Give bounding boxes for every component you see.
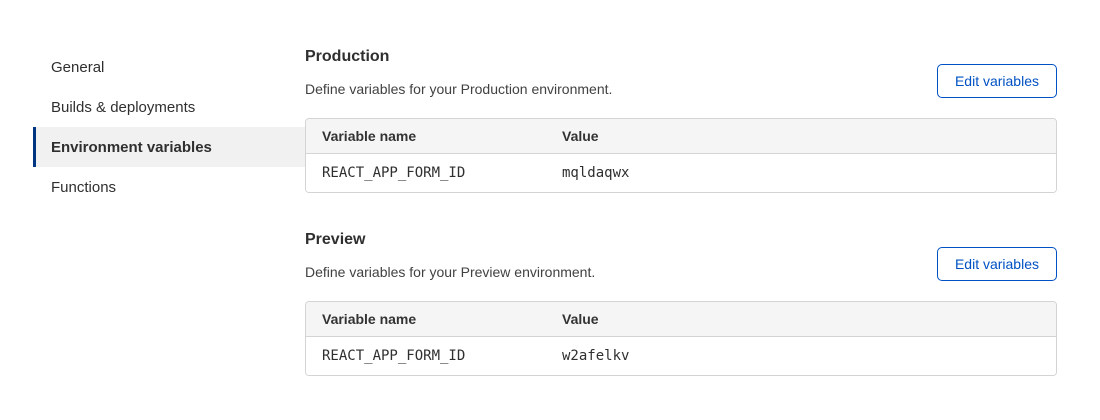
- preview-section-description: Define variables for your Preview enviro…: [305, 263, 595, 281]
- sidebar-item-environment-variables[interactable]: Environment variables: [33, 127, 305, 167]
- column-header-variable-name: Variable name: [306, 302, 546, 337]
- sidebar-item-builds-deployments[interactable]: Builds & deployments: [33, 87, 305, 127]
- sidebar-item-label: Builds & deployments: [51, 99, 195, 116]
- table-header-row: Variable name Value: [306, 119, 1056, 154]
- column-header-value: Value: [546, 302, 1056, 337]
- production-section-description: Define variables for your Production env…: [305, 80, 612, 98]
- settings-page: General Builds & deployments Environment…: [0, 0, 1100, 420]
- column-header-variable-name: Variable name: [306, 119, 546, 154]
- sidebar-item-general[interactable]: General: [33, 47, 305, 87]
- preview-variables-table: Variable name Value REACT_APP_FORM_ID w2…: [305, 301, 1057, 376]
- production-section: Production Define variables for your Pro…: [305, 48, 1057, 193]
- sidebar-item-functions[interactable]: Functions: [33, 167, 305, 207]
- settings-sidebar: General Builds & deployments Environment…: [33, 0, 305, 420]
- edit-variables-button-preview[interactable]: Edit variables: [937, 247, 1057, 281]
- column-header-value: Value: [546, 119, 1056, 154]
- sidebar-item-label: Functions: [51, 179, 116, 196]
- preview-section-title: Preview: [305, 231, 595, 249]
- table-row: REACT_APP_FORM_ID w2afelkv: [306, 337, 1056, 376]
- production-variables-table: Variable name Value REACT_APP_FORM_ID mq…: [305, 118, 1057, 193]
- table-header-row: Variable name Value: [306, 302, 1056, 337]
- variable-value-cell: w2afelkv: [546, 337, 1056, 376]
- sidebar-item-label: Environment variables: [51, 139, 212, 156]
- variable-value-cell: mqldaqwx: [546, 154, 1056, 193]
- production-section-title: Production: [305, 48, 612, 66]
- table-row: REACT_APP_FORM_ID mqldaqwx: [306, 154, 1056, 193]
- preview-section-text: Preview Define variables for your Previe…: [305, 231, 595, 281]
- environment-variables-content: Production Define variables for your Pro…: [305, 0, 1100, 420]
- edit-variables-button-production[interactable]: Edit variables: [937, 64, 1057, 98]
- sidebar-item-label: General: [51, 59, 104, 76]
- production-section-text: Production Define variables for your Pro…: [305, 48, 612, 98]
- variable-name-cell: REACT_APP_FORM_ID: [306, 337, 546, 376]
- variable-name-cell: REACT_APP_FORM_ID: [306, 154, 546, 193]
- preview-section: Preview Define variables for your Previe…: [305, 231, 1057, 376]
